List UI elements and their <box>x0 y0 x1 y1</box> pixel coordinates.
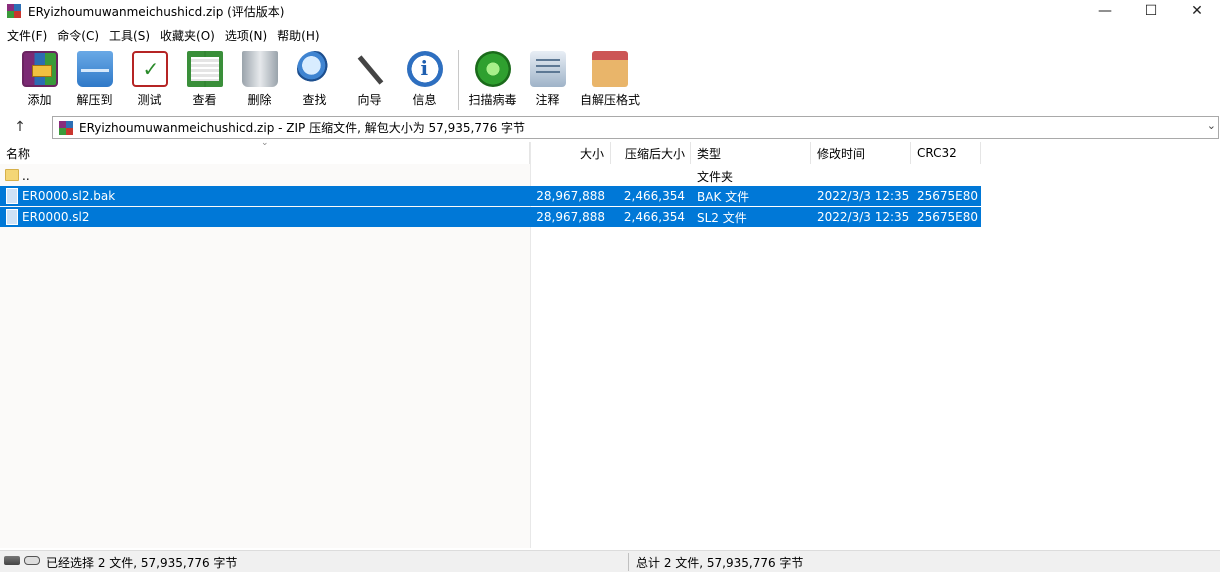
info-label: 信息 <box>412 93 437 107</box>
column-header-modified[interactable]: 修改时间 <box>811 142 911 164</box>
chevron-down-icon[interactable]: ⌄ <box>1207 119 1216 132</box>
list-item-file[interactable]: ER0000.sl2 28,967,888 2,466,354 SL2 文件 2… <box>0 207 981 227</box>
file-size: 28,967,888 <box>536 189 605 203</box>
status-icons <box>4 556 40 565</box>
status-bar: 已经选择 2 文件, 57,935,776 字节 总计 2 文件, 57,935… <box>0 550 1220 572</box>
column-packed-label: 压缩后大小 <box>624 146 685 161</box>
column-modified-label: 修改时间 <box>817 146 866 161</box>
file-type: SL2 文件 <box>697 210 747 225</box>
add-label: 添加 <box>27 93 52 107</box>
menu-help[interactable]: 帮助(H) <box>272 27 324 44</box>
column-header-packed[interactable]: 压缩后大小 <box>611 142 691 164</box>
delete-button[interactable]: 删除 <box>232 46 287 108</box>
drive-icon[interactable] <box>24 556 40 565</box>
menu-favorites[interactable]: 收藏夹(O) <box>155 27 220 44</box>
selection-status: 已经选择 2 文件, 57,935,776 字节 <box>46 556 238 570</box>
file-name: ER0000.sl2.bak <box>22 189 116 203</box>
folder-icon <box>5 169 19 181</box>
add-button[interactable]: 添加 <box>12 46 67 108</box>
toolbar-divider <box>458 50 459 110</box>
archive-icon <box>59 120 73 135</box>
menu-file[interactable]: 文件(F) <box>2 27 52 44</box>
menu-options[interactable]: 选项(N) <box>220 27 272 44</box>
column-size-label: 大小 <box>579 146 604 161</box>
file-packed-size: 2,466,354 <box>623 210 685 224</box>
file-modified: 2022/3/3 12:35 <box>817 210 910 224</box>
find-label: 查找 <box>302 93 327 107</box>
extract-to-label: 解压到 <box>76 93 113 107</box>
title-bar: ERyizhoumuwanmeichushicd.zip (评估版本) — ☐ … <box>0 0 1220 22</box>
address-text: ERyizhoumuwanmeichushicd.zip - ZIP 压缩文件,… <box>79 121 526 135</box>
menu-bar: 文件(F) 命令(C) 工具(S) 收藏夹(O) 选项(N) 帮助(H) <box>0 25 325 45</box>
virus-scan-button[interactable]: 扫描病毒 <box>465 46 520 108</box>
comment-icon <box>529 51 566 87</box>
trash-icon <box>241 51 278 87</box>
file-crc: 25675E80 <box>917 189 979 203</box>
list-item-parent-folder[interactable]: .. 文件夹 <box>0 166 981 186</box>
test-button[interactable]: 测试 <box>122 46 177 108</box>
total-status: 总计 2 文件, 57,935,776 字节 <box>636 556 804 570</box>
list-item-file[interactable]: ER0000.sl2.bak 28,967,888 2,466,354 BAK … <box>0 186 981 206</box>
file-size: 28,967,888 <box>536 210 605 224</box>
magnifier-icon <box>296 51 333 87</box>
sfx-box-icon <box>592 51 628 87</box>
find-button[interactable]: 查找 <box>287 46 342 108</box>
virus-scan-label: 扫描病毒 <box>468 93 517 107</box>
column-header-crc[interactable]: CRC32 <box>911 142 981 164</box>
maximize-button[interactable]: ☐ <box>1128 0 1174 22</box>
window-controls: — ☐ ✕ <box>1082 0 1220 22</box>
magic-wand-icon <box>352 51 388 87</box>
column-header-name[interactable]: 名称 ⌄ <box>0 138 530 164</box>
address-field[interactable]: ERyizhoumuwanmeichushicd.zip - ZIP 压缩文件,… <box>52 116 1219 139</box>
close-button[interactable]: ✕ <box>1174 0 1220 22</box>
view-label: 查看 <box>192 93 217 107</box>
wizard-button[interactable]: 向导 <box>342 46 397 108</box>
wizard-label: 向导 <box>357 93 382 107</box>
file-name: .. <box>22 169 30 183</box>
view-button[interactable]: 查看 <box>177 46 232 108</box>
address-bar: ↑ ERyizhoumuwanmeichushicd.zip - ZIP 压缩文… <box>0 114 1220 140</box>
info-icon <box>406 51 443 87</box>
extract-to-button[interactable]: 解压到 <box>67 46 122 108</box>
sort-indicator-icon: ⌄ <box>261 138 269 148</box>
menu-commands[interactable]: 命令(C) <box>52 27 104 44</box>
book-view-icon <box>186 51 223 87</box>
virus-scan-icon <box>474 51 511 87</box>
file-icon <box>6 209 18 225</box>
column-crc-label: CRC32 <box>917 146 957 160</box>
toolbar: 添加 解压到 测试 查看 删除 查找 向导 信息 扫描病毒 注释 自解压格式 <box>0 46 1220 112</box>
list-header: 名称 ⌄ 大小 压缩后大小 类型 修改时间 CRC32 <box>0 138 1220 164</box>
winrar-app-icon <box>7 4 21 18</box>
window-title: ERyizhoumuwanmeichushicd.zip (评估版本) <box>28 4 285 19</box>
file-icon <box>6 188 18 204</box>
menu-tools[interactable]: 工具(S) <box>104 27 155 44</box>
sfx-label: 自解压格式 <box>579 93 640 107</box>
info-button[interactable]: 信息 <box>397 46 452 108</box>
comment-label: 注释 <box>535 93 560 107</box>
comment-button[interactable]: 注释 <box>520 46 575 108</box>
column-header-type[interactable]: 类型 <box>691 142 811 164</box>
delete-label: 删除 <box>247 93 272 107</box>
file-type: 文件夹 <box>697 169 734 184</box>
disk-icon[interactable] <box>4 556 20 565</box>
file-crc: 25675E80 <box>917 210 979 224</box>
file-type: BAK 文件 <box>697 189 750 204</box>
column-header-size[interactable]: 大小 <box>530 142 611 164</box>
archive-add-icon <box>21 51 58 87</box>
file-modified: 2022/3/3 12:35 <box>817 189 910 203</box>
minimize-button[interactable]: — <box>1082 0 1128 22</box>
file-list[interactable]: 名称 ⌄ 大小 压缩后大小 类型 修改时间 CRC32 .. 文件夹 ER000… <box>0 138 1220 548</box>
column-type-label: 类型 <box>697 146 722 161</box>
file-name: ER0000.sl2 <box>22 210 90 224</box>
clipboard-check-icon <box>131 51 168 87</box>
folder-extract-icon <box>76 51 113 87</box>
status-divider <box>628 553 629 571</box>
test-label: 测试 <box>137 93 162 107</box>
sfx-button[interactable]: 自解压格式 <box>575 46 645 108</box>
up-arrow-icon[interactable]: ↑ <box>0 115 40 139</box>
file-packed-size: 2,466,354 <box>623 189 685 203</box>
column-name-label: 名称 <box>6 146 31 161</box>
